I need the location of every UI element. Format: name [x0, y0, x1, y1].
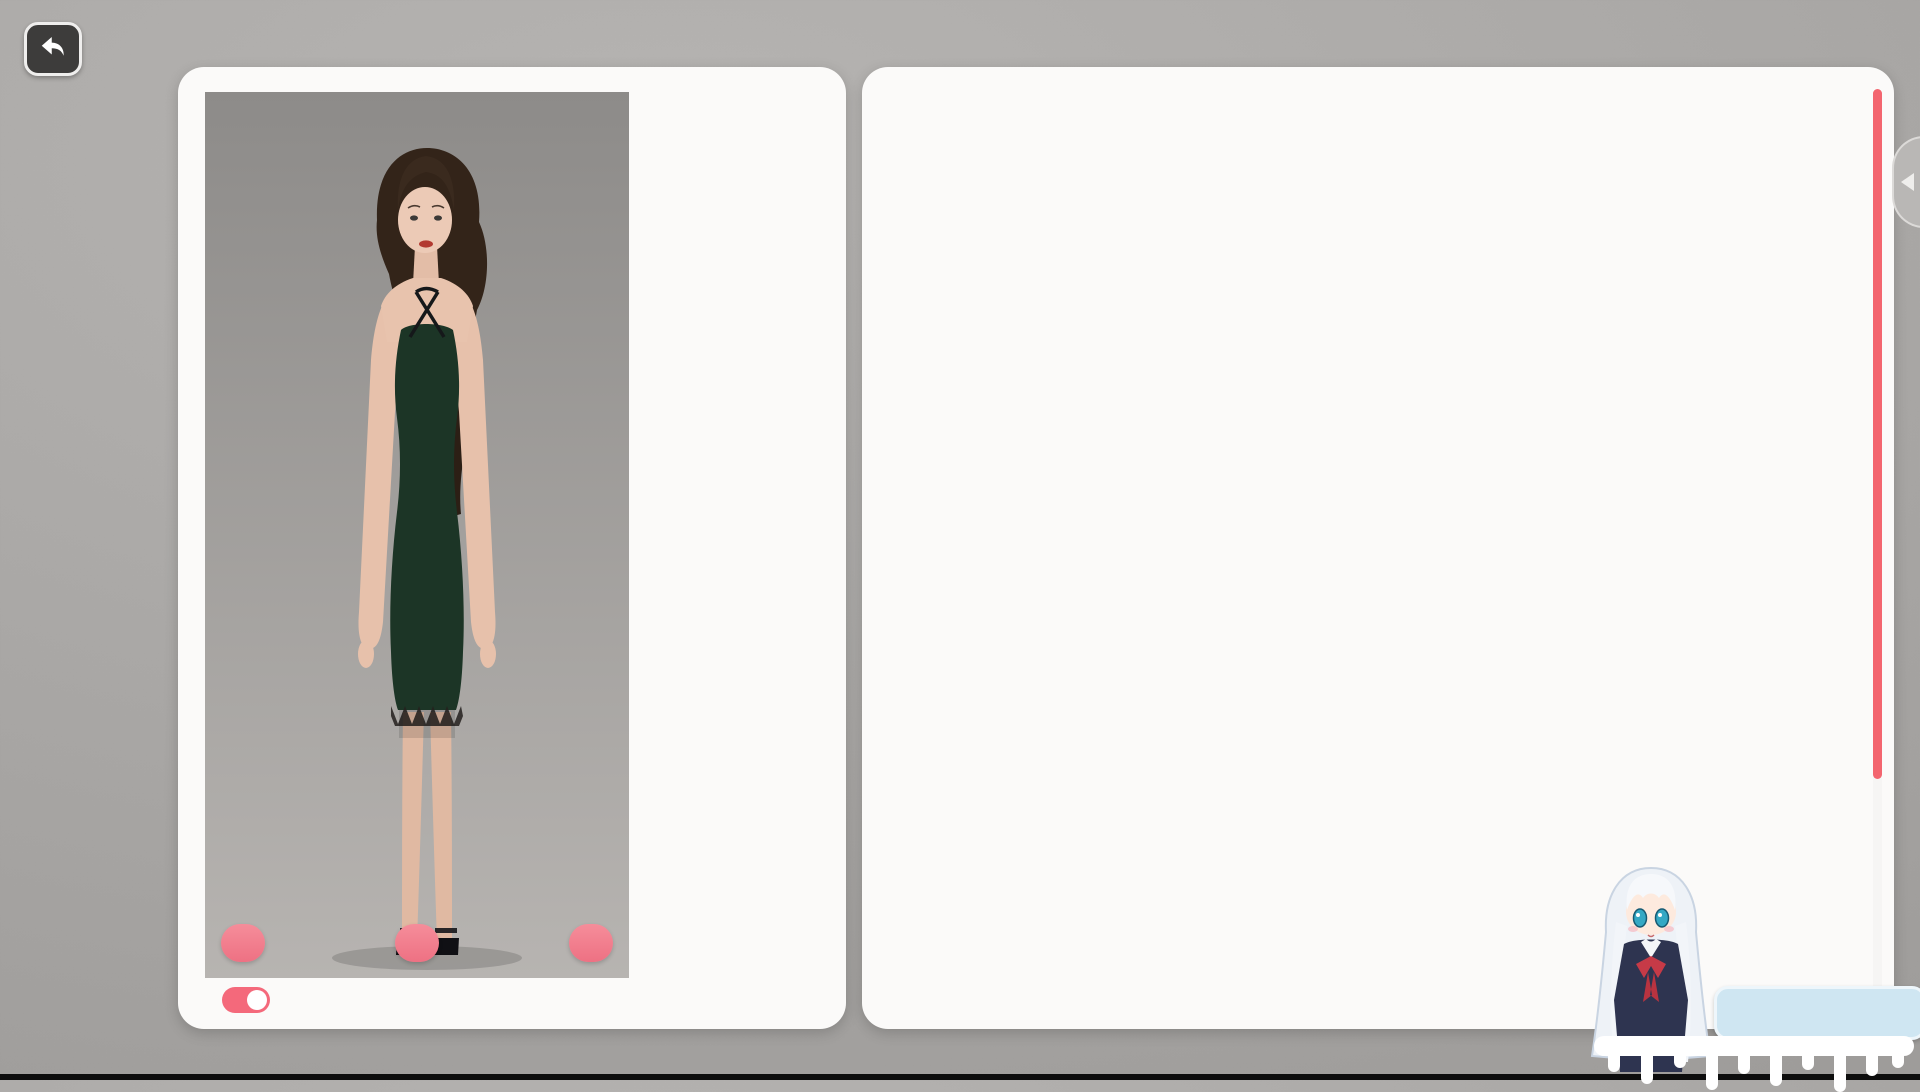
- save-look-button[interactable]: [221, 924, 265, 962]
- apply-toggle[interactable]: [222, 987, 270, 1013]
- chevron-left-icon: [1900, 173, 1914, 191]
- snow-decoration: [1594, 1036, 1914, 1056]
- preview-panel: [178, 67, 846, 1029]
- apply-toggle-row: [222, 987, 288, 1013]
- character-preview: [205, 92, 629, 978]
- outfit-grid-panel: [862, 67, 1894, 1029]
- clear-clothes-button[interactable]: [569, 924, 613, 962]
- back-button[interactable]: [24, 22, 82, 76]
- toggle-knob: [247, 990, 267, 1010]
- reset-preset-button[interactable]: [395, 924, 439, 962]
- grid-scrollbar-track[interactable]: [1873, 89, 1882, 1007]
- grid-scrollbar-thumb[interactable]: [1873, 89, 1882, 779]
- panel-collapse-tab[interactable]: [1892, 136, 1920, 228]
- back-arrow-icon: [38, 32, 68, 67]
- bottom-strip: [0, 1074, 1920, 1080]
- preview-actions: [205, 924, 629, 962]
- character-figure: [332, 148, 522, 970]
